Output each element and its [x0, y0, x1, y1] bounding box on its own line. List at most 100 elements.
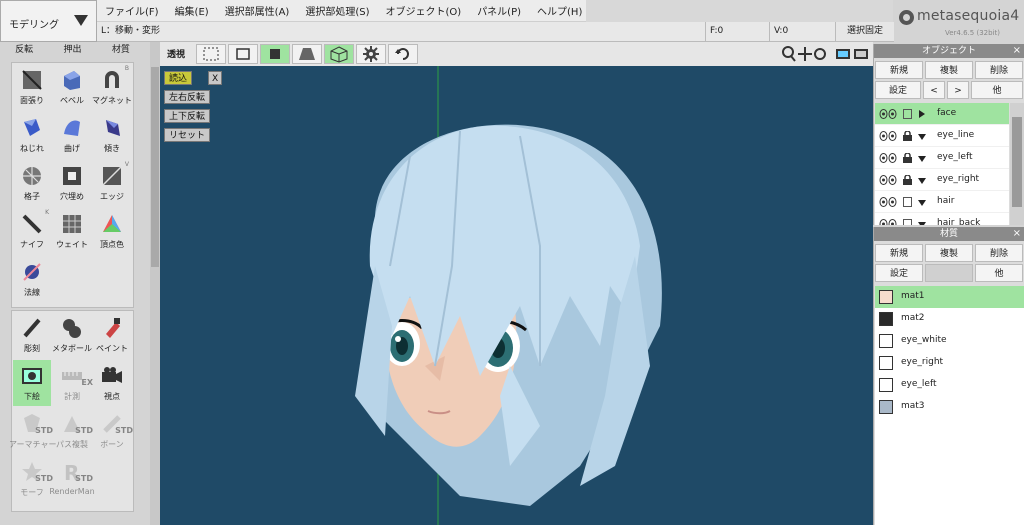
tool-metaball[interactable]: メタボール — [52, 312, 92, 358]
object-row[interactable]: eye_left — [875, 147, 1009, 169]
unlock-box-icon[interactable] — [903, 109, 912, 119]
tool-measure[interactable]: 計測 EX — [53, 360, 93, 406]
chevron-down-icon[interactable] — [918, 200, 926, 206]
tool-armature[interactable]: アーマチャー STD — [9, 408, 56, 454]
tool-face-fill[interactable]: 面張り — [13, 64, 51, 110]
unlock-box-icon[interactable] — [903, 197, 912, 207]
close-icon[interactable]: × — [1013, 44, 1021, 58]
perspective-grid-button[interactable] — [292, 44, 322, 64]
flip-horizontal-button[interactable]: 左右反転 — [164, 90, 211, 104]
menu-edit[interactable]: 編集(E) — [167, 3, 217, 18]
object-row[interactable]: hair_back — [875, 213, 1009, 225]
tool-bevel[interactable]: ベベル — [53, 64, 91, 110]
tool-path-clone[interactable]: パス複製 STD — [53, 408, 93, 454]
tool-paint[interactable]: ペイント — [93, 312, 131, 358]
tool-hole-fill[interactable]: 穴埋め — [53, 160, 91, 206]
visibility-icon[interactable] — [879, 153, 897, 163]
new-object-button[interactable]: 新規 — [875, 61, 923, 79]
tool-camera[interactable]: 視点 — [93, 360, 131, 406]
new-material-button[interactable]: 新規 — [875, 244, 923, 262]
duplicate-object-button[interactable]: 複製 — [925, 61, 973, 79]
tool-material[interactable]: 材質 — [97, 42, 145, 58]
visibility-icon[interactable] — [879, 175, 897, 185]
tool-flip[interactable]: 反転 — [0, 42, 48, 58]
material-row[interactable]: mat1 — [875, 286, 1024, 308]
material-more-button[interactable]: 他 — [975, 264, 1023, 282]
rotate-view-icon[interactable] — [814, 48, 826, 60]
menu-file[interactable]: ファイル(F) — [97, 3, 167, 18]
lock-icon[interactable] — [903, 131, 912, 141]
object-row[interactable]: eye_line — [875, 125, 1009, 147]
visibility-icon[interactable] — [879, 131, 897, 141]
visibility-icon[interactable] — [879, 197, 897, 207]
object-settings-button[interactable]: 設定 — [875, 81, 921, 99]
visibility-icon[interactable] — [879, 219, 897, 225]
menu-panel[interactable]: パネル(P) — [469, 3, 529, 18]
object-prev-button[interactable]: < — [923, 81, 945, 99]
tool-knife[interactable]: ナイフ K — [13, 208, 51, 254]
select-object-button[interactable] — [228, 44, 258, 64]
move-view-icon[interactable] — [798, 47, 812, 61]
tool-sculpt[interactable]: 彫刻 — [13, 312, 51, 358]
tool-weight[interactable]: ウェイト — [53, 208, 91, 254]
tool-vertex-color[interactable]: 頂点色 — [93, 208, 131, 254]
tool-lattice[interactable]: 格子 — [13, 160, 51, 206]
refresh-icon[interactable] — [388, 44, 418, 64]
close-icon[interactable]: × — [1013, 227, 1021, 241]
lock-icon[interactable] — [903, 175, 912, 185]
tool-extrude[interactable]: 押出 — [48, 42, 96, 58]
tool-normal[interactable]: 法線 — [13, 256, 51, 302]
object-row[interactable]: hair — [875, 191, 1009, 213]
delete-object-button[interactable]: 削除 — [975, 61, 1023, 79]
chevron-down-icon[interactable] — [918, 156, 926, 162]
duplicate-material-button[interactable]: 複製 — [925, 244, 973, 262]
menu-selection-attributes[interactable]: 選択部属性(A) — [217, 3, 298, 18]
material-settings-button[interactable]: 設定 — [875, 264, 923, 282]
menu-help[interactable]: ヘルプ(H) — [529, 3, 590, 18]
object-row[interactable]: face — [875, 103, 1009, 125]
tool-morph[interactable]: モーフ STD — [13, 456, 53, 502]
projection-label[interactable]: 透視 — [167, 47, 185, 60]
scroll-thumb[interactable] — [1012, 117, 1022, 207]
tool-bone[interactable]: ボーン STD — [93, 408, 133, 454]
tool-magnet[interactable]: マグネット B — [92, 64, 132, 110]
material-row[interactable]: eye_right — [875, 352, 1024, 374]
wireframe-cube-button[interactable] — [324, 44, 354, 64]
material-row[interactable]: eye_left — [875, 374, 1024, 396]
view-layout-icon[interactable] — [836, 49, 868, 59]
solid-display-button[interactable] — [260, 44, 290, 64]
load-image-button[interactable]: 読込 — [164, 71, 193, 85]
scroll-thumb[interactable] — [151, 67, 159, 267]
object-list-scrollbar[interactable] — [1010, 103, 1024, 225]
tool-bend[interactable]: 曲げ — [53, 112, 91, 158]
menu-selection-process[interactable]: 選択部処理(S) — [297, 3, 377, 18]
menu-object[interactable]: オブジェクト(O) — [378, 3, 470, 18]
select-fix-button[interactable]: 選択固定 — [835, 22, 894, 41]
object-next-button[interactable]: > — [947, 81, 969, 99]
select-rect-button[interactable] — [196, 44, 226, 64]
close-underlay-button[interactable]: X — [208, 71, 223, 85]
visibility-icon[interactable] — [879, 109, 897, 119]
zoom-icon[interactable] — [782, 46, 796, 62]
mode-selector[interactable]: モデリング — [0, 0, 97, 42]
reset-button[interactable]: リセット — [164, 128, 211, 142]
tool-tilt[interactable]: 傾き — [93, 112, 131, 158]
tool-edge[interactable]: エッジ V — [93, 160, 131, 206]
3d-viewport[interactable]: 読込 X 左右反転 上下反転 リセット — [160, 66, 873, 525]
material-row[interactable]: eye_white — [875, 330, 1024, 352]
chevron-down-icon[interactable] — [918, 178, 926, 184]
chevron-down-icon[interactable] — [918, 134, 926, 140]
delete-material-button[interactable]: 削除 — [975, 244, 1023, 262]
material-row[interactable]: mat2 — [875, 308, 1024, 330]
tool-panel-scrollbar[interactable] — [150, 42, 160, 525]
object-row[interactable]: eye_right — [875, 169, 1009, 191]
material-row[interactable]: mat3 — [875, 396, 1024, 418]
object-more-button[interactable]: 他 — [971, 81, 1023, 99]
flip-vertical-button[interactable]: 上下反転 — [164, 109, 211, 123]
chevron-down-icon[interactable] — [918, 222, 926, 225]
lock-icon[interactable] — [903, 153, 912, 163]
tool-renderman[interactable]: R RenderMan STD — [49, 456, 94, 502]
chevron-right-icon[interactable] — [919, 110, 925, 118]
gear-icon[interactable] — [356, 44, 386, 64]
tool-underlay[interactable]: 下絵 — [13, 360, 51, 406]
